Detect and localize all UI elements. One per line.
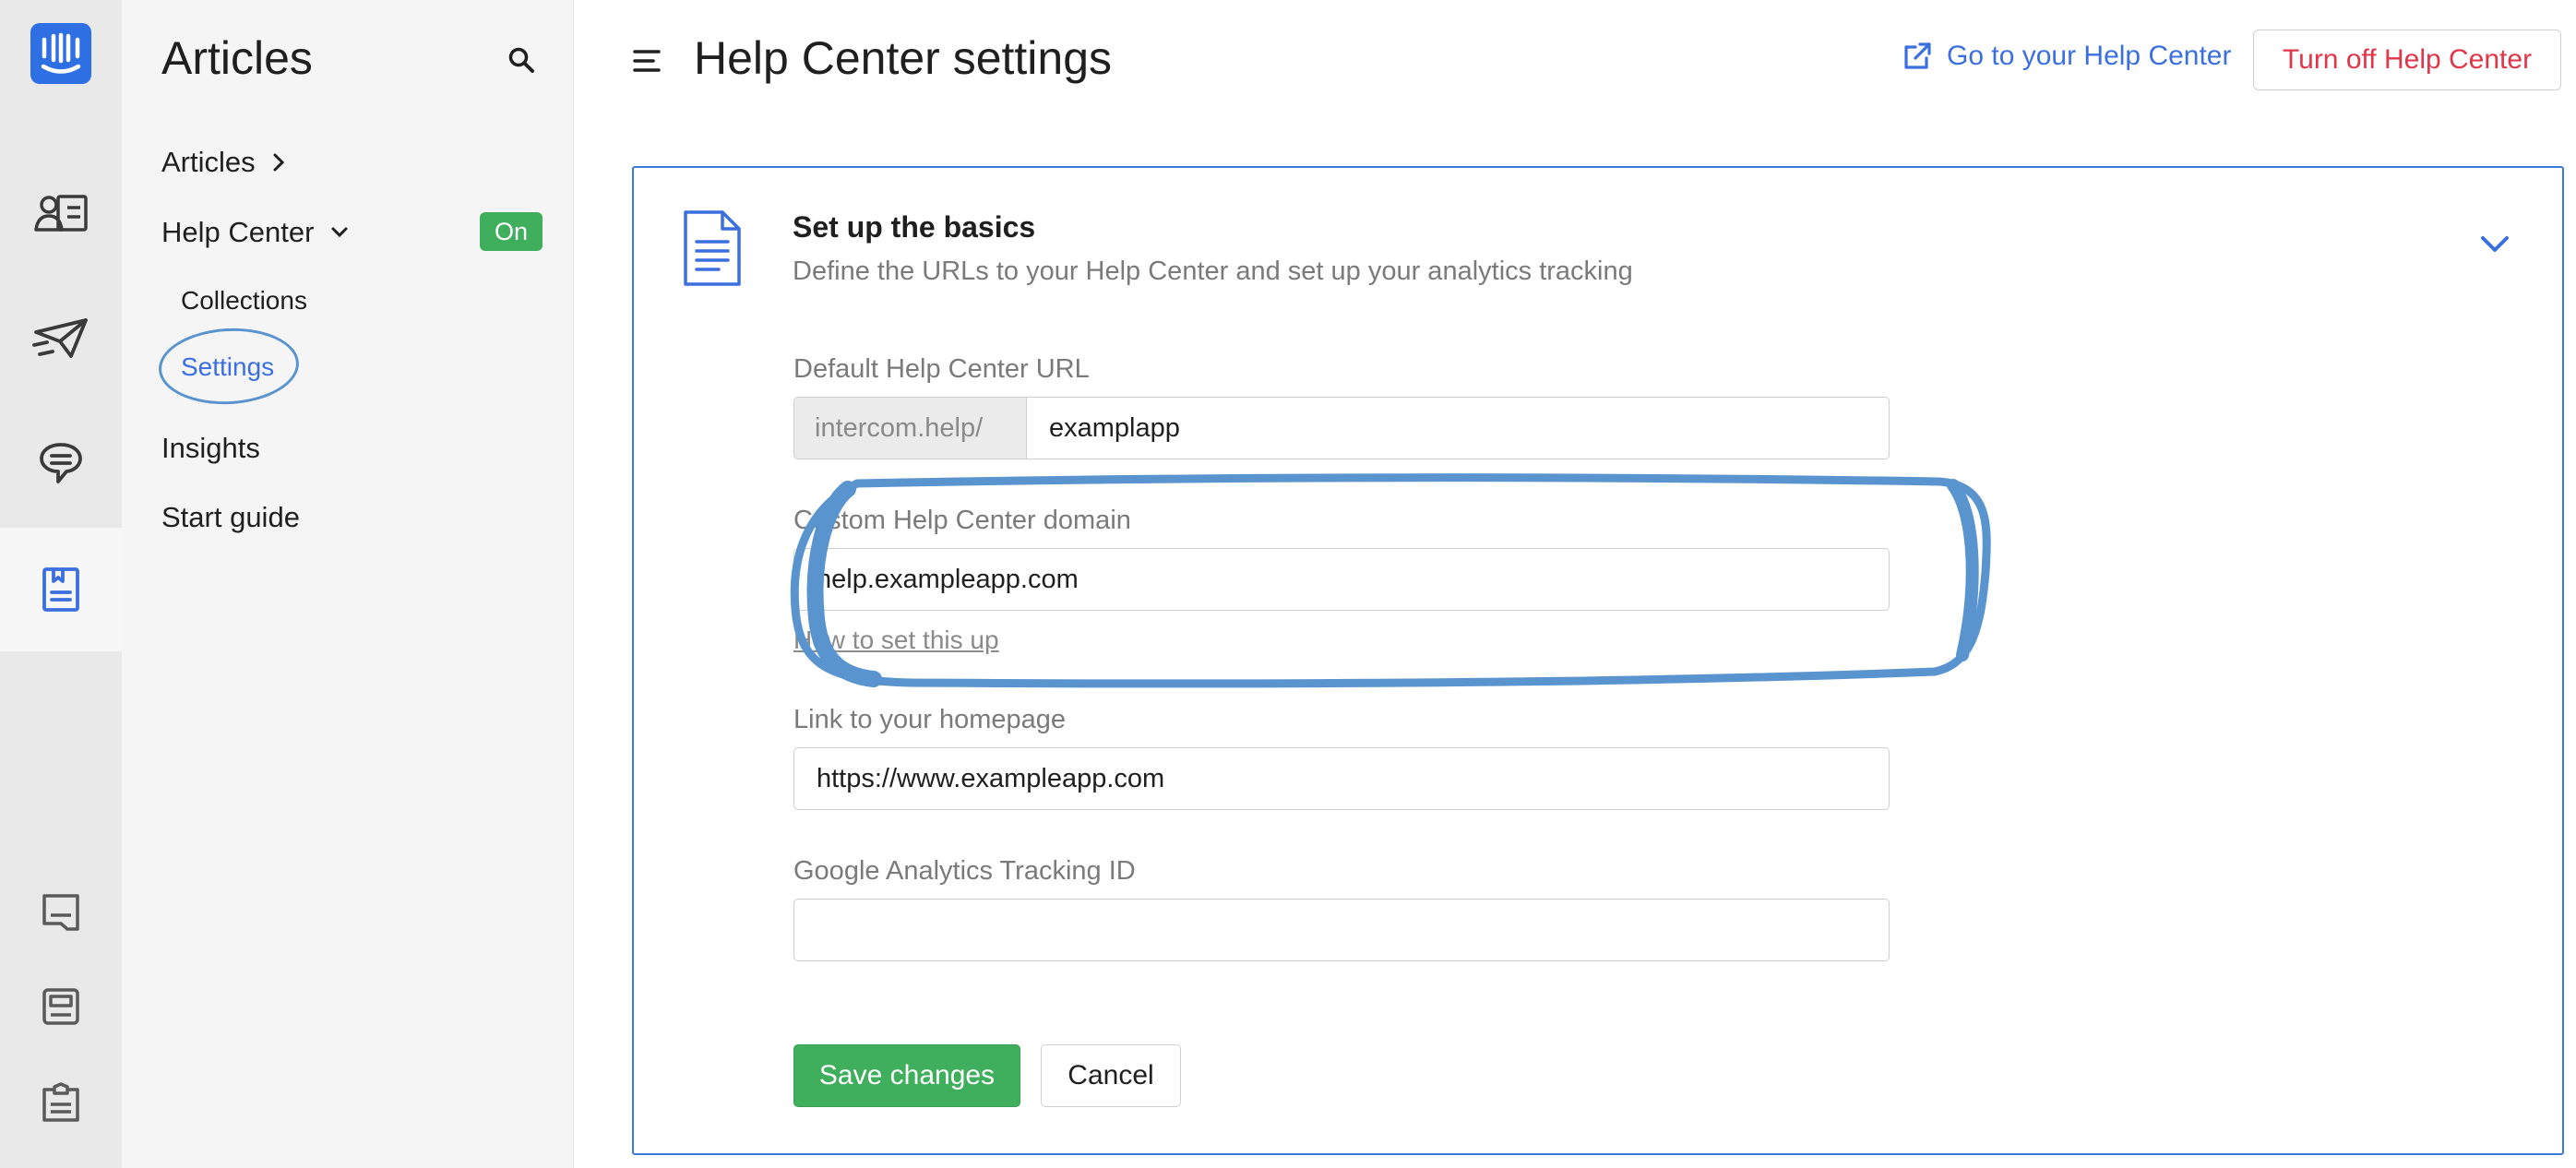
sidebar-item-start-guide[interactable]: Start guide: [161, 501, 300, 534]
rail-messages[interactable]: [0, 402, 122, 526]
clipboard-icon: [42, 1082, 79, 1122]
sidebar-item-label: Start guide: [161, 501, 300, 533]
homepage-label: Link to your homepage: [793, 705, 1067, 734]
turn-off-help-center-button[interactable]: Turn off Help Center: [2253, 30, 2561, 90]
intercom-logo-icon: [30, 23, 91, 84]
articles-sidebar: Articles Articles Help Center On Collect…: [122, 0, 574, 1168]
go-link-label: Go to your Help Center: [1947, 41, 2232, 71]
setup-basics-card: Set up the basics Define the URLs to you…: [632, 166, 2564, 1155]
analytics-input[interactable]: [793, 899, 1890, 961]
rail-contacts[interactable]: [0, 151, 122, 275]
page-title: Help Center settings: [694, 32, 1113, 84]
sidebar-title: Articles: [161, 32, 313, 84]
sidebar-item-help-center[interactable]: Help Center: [161, 216, 349, 249]
intercom-logo-button[interactable]: [0, 0, 122, 107]
chevron-right-icon: [273, 153, 284, 172]
default-url-input[interactable]: [1026, 397, 1890, 459]
app-icon-rail: [0, 0, 122, 1168]
analytics-label: Google Analytics Tracking ID: [793, 856, 1136, 886]
chevron-down-icon: [2481, 236, 2509, 252]
rail-articles[interactable]: [0, 528, 122, 651]
sidebar-item-label: Help Center: [161, 216, 315, 248]
rail-clipboard[interactable]: [0, 1041, 122, 1164]
contacts-icon: [34, 195, 88, 232]
reports-icon: [42, 988, 79, 1025]
go-to-help-center-link[interactable]: Go to your Help Center: [1902, 41, 2231, 72]
main-content: Help Center settings Go to your Help Cen…: [574, 0, 2576, 1168]
default-url-prefix: intercom.help/: [793, 397, 1026, 459]
custom-domain-annotation-outline: [790, 473, 1991, 688]
collapse-card-button[interactable]: [2479, 234, 2510, 259]
chevron-down-icon: [331, 227, 348, 238]
sidebar-item-articles[interactable]: Articles: [161, 146, 285, 179]
menu-toggle-button[interactable]: [633, 48, 661, 78]
search-icon: [508, 47, 534, 73]
sidebar-search-button[interactable]: [507, 46, 535, 78]
sidebar-item-collections[interactable]: Collections: [181, 286, 307, 316]
save-changes-button[interactable]: Save changes: [793, 1044, 1020, 1107]
homepage-input[interactable]: [793, 747, 1890, 810]
sidebar-item-label: Articles: [161, 146, 256, 178]
card-subtitle: Define the URLs to your Help Center and …: [793, 256, 1633, 286]
sidebar-item-insights[interactable]: Insights: [161, 432, 260, 465]
sidebar-item-label: Insights: [161, 432, 260, 464]
default-url-label: Default Help Center URL: [793, 354, 1090, 384]
articles-icon: [42, 567, 79, 612]
card-title: Set up the basics: [793, 210, 1036, 244]
help-center-status-badge: On: [480, 212, 543, 251]
inbox-icon: [42, 894, 79, 931]
settings-annotation-circle: [156, 325, 302, 408]
outbound-send-icon: [32, 318, 88, 358]
external-link-icon: [1904, 42, 1931, 69]
hamburger-menu-icon: [633, 50, 661, 72]
rail-outbound[interactable]: [0, 277, 122, 400]
document-icon: [684, 210, 741, 286]
cancel-button[interactable]: Cancel: [1041, 1044, 1181, 1107]
messages-icon: [40, 443, 82, 483]
